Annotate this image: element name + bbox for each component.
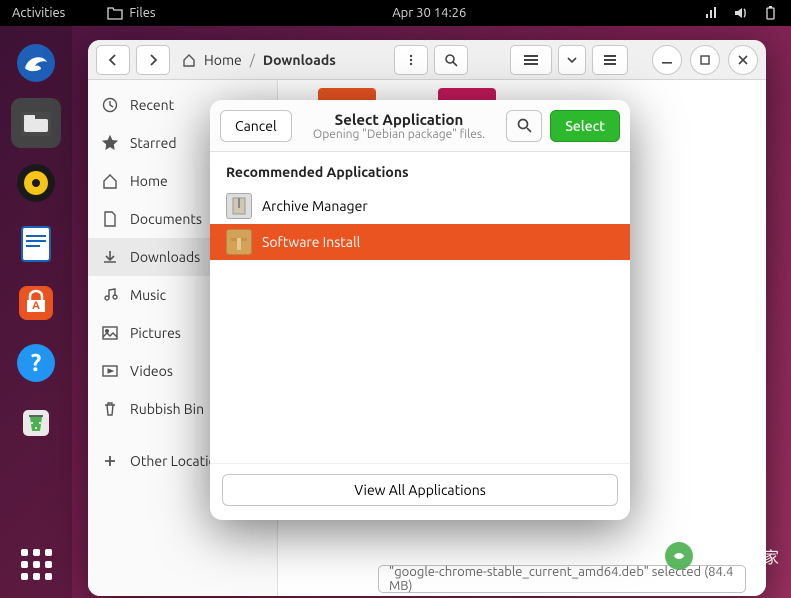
view-list-button[interactable] xyxy=(510,45,552,75)
dock-files[interactable] xyxy=(11,98,61,148)
network-icon[interactable] xyxy=(703,5,719,21)
forward-button[interactable] xyxy=(136,45,170,75)
dialog-search-button[interactable] xyxy=(506,110,542,142)
dock: A ? xyxy=(0,26,72,598)
show-applications-button[interactable] xyxy=(21,549,52,580)
files-headerbar: Home / Downloads xyxy=(88,40,766,80)
dock-trash[interactable] xyxy=(11,398,61,448)
dialog-body: Recommended Applications Archive Manager… xyxy=(210,152,630,463)
recommended-apps-heading: Recommended Applications xyxy=(210,164,630,188)
activities-button[interactable]: Activities xyxy=(12,6,65,20)
dock-rhythmbox[interactable] xyxy=(11,158,61,208)
breadcrumb-home[interactable]: Home xyxy=(204,52,242,68)
home-icon xyxy=(182,53,196,67)
dock-libreoffice[interactable] xyxy=(11,218,61,268)
breadcrumb-current[interactable]: Downloads xyxy=(263,52,336,68)
sidebar-item-label: Starred xyxy=(130,135,177,151)
view-grid-button[interactable] xyxy=(592,45,628,75)
breadcrumb[interactable]: Home / Downloads xyxy=(182,52,336,68)
app-indicator-label[interactable]: Files xyxy=(129,6,155,20)
app-row-label: Software Install xyxy=(262,234,360,250)
dock-help[interactable]: ? xyxy=(11,338,61,388)
sidebar-item-label: Documents xyxy=(130,211,202,227)
sidebar-item-label: Recent xyxy=(130,97,174,113)
menu-button[interactable] xyxy=(394,45,428,75)
sidebar-item-label: Rubbish Bin xyxy=(130,401,204,417)
folder-icon xyxy=(107,6,123,20)
power-icon[interactable] xyxy=(763,5,779,21)
sidebar-item-label: Pictures xyxy=(130,325,181,341)
archive-icon xyxy=(226,193,252,219)
select-application-dialog: Cancel Select Application Opening "Debia… xyxy=(210,100,630,520)
sidebar-item-label: Music xyxy=(130,287,166,303)
dock-thunderbird[interactable] xyxy=(11,38,61,88)
dialog-subtitle: Opening "Debian package" files. xyxy=(300,128,499,141)
dialog-footer: View All Applications xyxy=(210,463,630,520)
view-all-applications-button[interactable]: View All Applications xyxy=(222,474,618,506)
top-panel: Activities Files Apr 30 14:26 xyxy=(0,0,791,26)
dialog-title: Select Application xyxy=(300,111,499,128)
view-dropdown-button[interactable] xyxy=(558,45,586,75)
sidebar-item-label: Downloads xyxy=(130,249,200,265)
dock-software[interactable]: A xyxy=(11,278,61,328)
app-row-archive-manager[interactable]: Archive Manager xyxy=(210,188,630,224)
svg-text:?: ? xyxy=(31,349,42,376)
watermark: 微技术之家 xyxy=(665,542,779,570)
clock[interactable]: Apr 30 14:26 xyxy=(156,6,703,20)
volume-icon[interactable] xyxy=(733,5,749,21)
dialog-header: Cancel Select Application Opening "Debia… xyxy=(210,100,630,152)
cancel-button[interactable]: Cancel xyxy=(220,110,292,142)
breadcrumb-sep: / xyxy=(250,52,255,68)
app-row-software-install[interactable]: Software Install xyxy=(210,224,630,260)
app-row-label: Archive Manager xyxy=(262,198,368,214)
sidebar-item-label: Home xyxy=(130,173,168,189)
close-button[interactable] xyxy=(728,45,758,75)
sidebar-item-label: Videos xyxy=(130,363,173,379)
search-button[interactable] xyxy=(434,45,468,75)
select-button[interactable]: Select xyxy=(550,110,620,142)
svg-text:A: A xyxy=(32,300,40,312)
maximize-button[interactable] xyxy=(690,45,720,75)
minimize-button[interactable] xyxy=(652,45,682,75)
package-icon xyxy=(226,229,252,255)
back-button[interactable] xyxy=(96,45,130,75)
